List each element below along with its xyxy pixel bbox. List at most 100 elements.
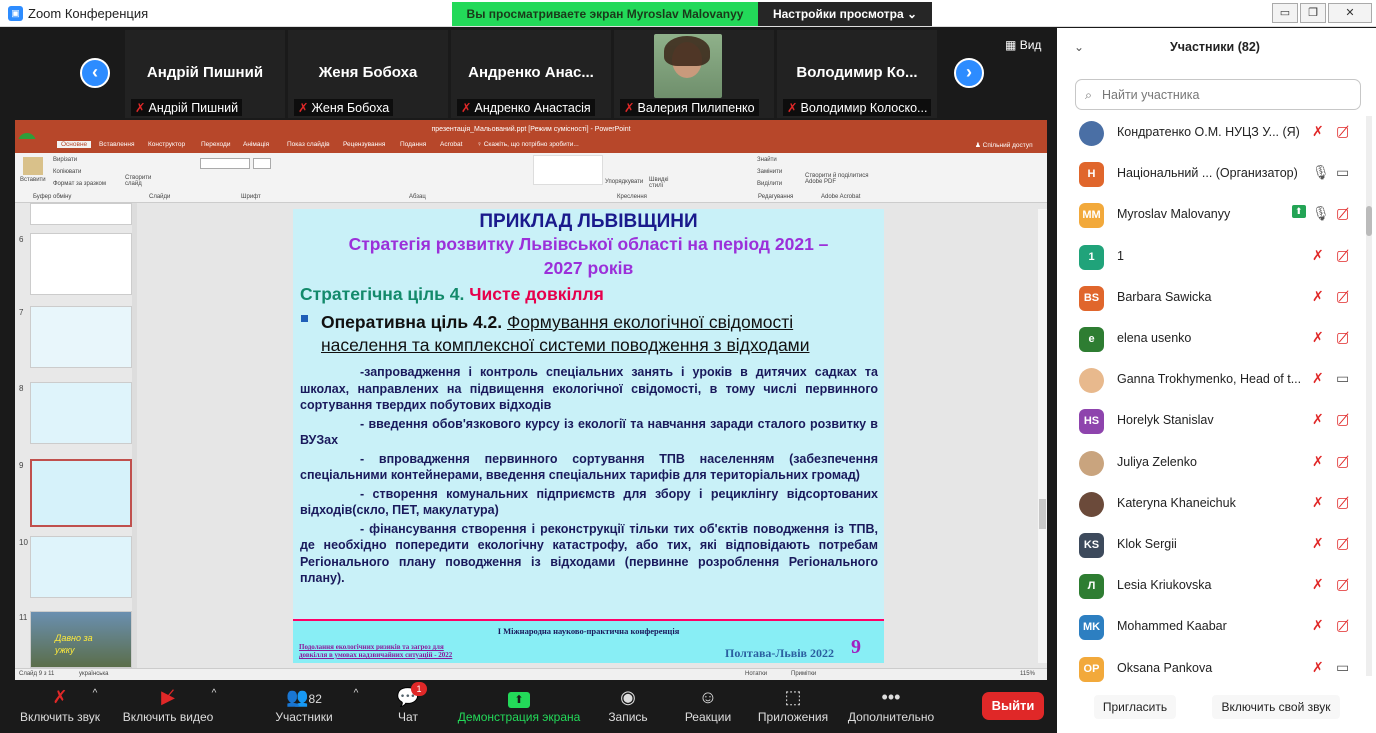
font-name-select[interactable] [200,158,250,169]
participant-row[interactable]: Ganna Trokhymenko, Head of t... ✗ ▭ [1057,360,1357,401]
notes-button[interactable]: Нотатки [745,671,767,677]
operational-goal: Оперативна ціль 4.2. Формування екологіч… [321,312,793,333]
participant-row[interactable]: OP Oksana Pankova ✗ ▭ [1057,649,1357,690]
participant-row[interactable]: MK Mohammed Kaabar ✗ ▢̸ [1057,607,1357,648]
thumbnail-number: 7 [19,308,24,317]
participant-row[interactable]: Н Національний ... (Организатор) 🎙 ▭ [1057,154,1357,195]
zoom-app-icon: ▣ [8,6,23,21]
start-video-button[interactable]: ▶̸ Включить видео [120,680,216,733]
cut-button[interactable]: Вирізати [53,157,77,163]
ribbon-group-label: Редагування [758,194,794,200]
participant-row[interactable]: Кондратенко О.М. НУЦЗ У... (Я) ✗ ▢̸ [1057,113,1357,154]
video-icon: ▭ [1336,658,1350,675]
slide-thumbnail[interactable] [30,233,132,295]
participant-row[interactable]: Juliya Zelenko ✗ ▢̸ [1057,443,1357,484]
view-button[interactable]: ▦ Вид [1005,38,1041,52]
record-button[interactable]: ◉ Запись [600,680,656,733]
view-options-button[interactable]: Настройки просмотра ⌄ [758,2,932,26]
strip-next-button[interactable]: › [954,58,984,88]
participant-row[interactable]: KS Klok Sergii ✗ ▢̸ [1057,525,1357,566]
panel-scrollbar[interactable] [1366,116,1372,676]
restore-button[interactable]: ❐ [1300,3,1326,23]
participant-row[interactable]: HS Horelyk Stanislav ✗ ▢̸ [1057,401,1357,442]
footer-right: Полтава-Львів 2022 [725,646,835,660]
ppt-tab[interactable]: Вставлення [99,141,135,148]
video-off-icon: ▢̸ [1336,329,1350,345]
video-tile[interactable]: Володимир Ко... ✗ Володимир Колоско... [777,30,937,118]
arrange-button[interactable]: Упорядкувати [605,179,643,185]
mic-muted-icon: ✗ [298,101,309,115]
slide-thumbnail-selected[interactable] [30,459,132,527]
slide-subtitle-line2: 2027 років [543,258,634,278]
ppt-tab[interactable]: Переходи [201,141,230,148]
shapes-gallery[interactable] [533,155,603,185]
paste-button[interactable]: Вставити [20,177,46,183]
zoom-level[interactable]: 115% [1020,671,1035,677]
replace-button[interactable]: Замінити [757,169,782,175]
ppt-tab[interactable]: Конструктор [148,141,185,148]
video-tile[interactable]: Андрій Пишний ✗ Андрій Пишний [125,30,285,118]
leave-button[interactable]: Выйти [982,692,1044,720]
minimize-button[interactable]: ▭ [1272,3,1298,23]
scrollbar-thumb[interactable] [1366,206,1372,236]
ppt-tab[interactable]: Основне [57,141,92,148]
slide-thumbnail[interactable]: Давно за ужкy [30,611,132,668]
audio-options-button[interactable]: ^ [87,688,103,702]
strip-prev-button[interactable]: ‹ [80,58,110,88]
scrollbar-thumb[interactable] [1039,499,1046,529]
ppt-tab[interactable]: Подання [400,141,426,148]
slide-thumbnail[interactable] [30,382,132,444]
slide-thumbnail[interactable] [30,203,132,225]
participant-name: Horelyk Stanislav [1117,413,1214,428]
slide-scrollbar[interactable] [1038,209,1047,663]
share-screen-button[interactable]: ⬆ Демонстрация экрана [452,680,586,733]
start-video-label: Включить видео [122,710,214,724]
close-window-button[interactable]: ✕ [1328,3,1372,23]
invite-button[interactable]: Пригласить [1094,695,1176,719]
mic-muted-icon: ✗ [1312,123,1324,139]
participant-row[interactable]: Kateryna Khaneichuk ✗ ▢̸ [1057,484,1357,525]
create-pdf-button[interactable]: Створити й поділитися Adobe PDF [805,173,875,185]
video-tile[interactable]: ✗ Валерия Пилипенко [614,30,774,118]
ppt-tab[interactable]: Рецензування [343,141,385,148]
find-button[interactable]: Знайти [757,157,777,163]
ppt-tab[interactable]: Показ слайдів [287,141,330,148]
video-off-icon: ▢̸ [1336,452,1350,469]
participants-options-button[interactable]: ^ [348,688,364,702]
video-tile[interactable]: Женя Бобоха ✗ Женя Бобоха [288,30,448,118]
video-off-icon: ▢̸ [1336,493,1350,510]
comments-button[interactable]: Примітки [791,671,816,677]
more-button[interactable]: ••• Дополнительно [842,680,940,733]
mic-icon: 🎙 [1312,164,1330,181]
reactions-button[interactable]: ☺ Реакции [680,680,736,733]
participant-avatar: KS [1079,533,1104,558]
participant-row[interactable]: Л Lesia Kriukovska ✗ ▢̸ [1057,566,1357,607]
slide-thumbnail[interactable] [30,306,132,368]
video-tile[interactable]: Андренко Анас... ✗ Андренко Анастасія [451,30,611,118]
copy-button[interactable]: Копіювати [53,169,81,175]
participant-row[interactable]: 1 1 ✗ ▢̸ [1057,237,1357,278]
ppt-tab[interactable]: Анімація [243,141,269,148]
goal-prefix: Стратегічна ціль 4. [300,284,465,304]
font-size-select[interactable] [253,158,271,169]
participants-button[interactable]: 👥82 Участники [270,680,338,733]
apps-button[interactable]: ⬚ Приложения [752,680,834,733]
ppt-search-hint[interactable]: ♀ Скажіть, що потрібно зробити... [477,141,579,148]
ppt-tabs: Основне Вставлення Конструктор Переходи … [15,139,1047,153]
participant-row[interactable]: BS Barbara Sawicka ✗ ▢̸ [1057,278,1357,319]
collapse-panel-icon[interactable]: ⌄ [1074,40,1084,54]
thumbnails-scrollbar[interactable] [132,203,137,668]
chat-button[interactable]: 💬 Чат 1 [385,680,431,733]
ppt-share-button[interactable]: ♟ Спільний доступ [975,141,1033,149]
participant-row[interactable]: MM Myroslav Malovanyy ⬆ 🎙 ▢̸ [1057,195,1357,236]
format-painter-button[interactable]: Формат за зразком [53,181,106,187]
unmute-me-button[interactable]: Включить свой звук [1212,695,1340,719]
participant-search-input[interactable]: ⌕ Найти участника [1075,79,1361,110]
ppt-tab[interactable]: Acrobat [440,141,462,148]
slide-thumbnail[interactable] [30,536,132,598]
video-options-button[interactable]: ^ [206,688,222,702]
quick-styles-button[interactable]: Швидкі стилі [649,177,673,189]
new-slide-button[interactable]: Створити слайд [125,175,153,187]
participant-row[interactable]: e elena usenko ✗ ▢̸ [1057,319,1357,360]
select-button[interactable]: Виділити [757,181,782,187]
